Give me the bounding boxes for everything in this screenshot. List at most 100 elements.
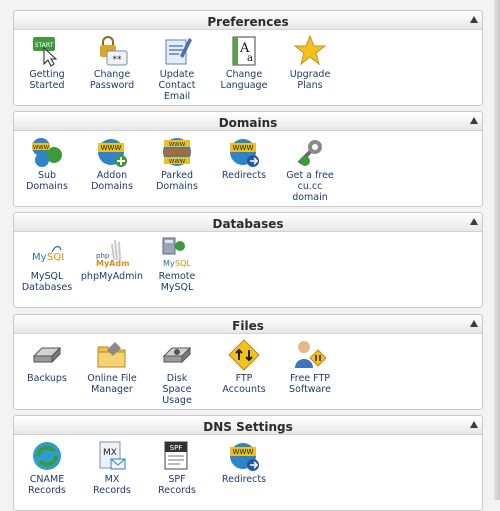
addon-domains-button[interactable]: WWW Addon Domains <box>80 135 144 192</box>
collapse-arrow-icon[interactable] <box>470 421 478 428</box>
page-scroll-edge <box>494 0 500 500</box>
cname-icon <box>30 439 64 473</box>
password-lock-icon: ** <box>95 34 129 68</box>
cname-records-button[interactable]: CNAME Records <box>15 439 79 496</box>
item-label: Get a free cu.cc domain <box>286 170 334 203</box>
panel-databases: Databases MySQL MySQL Databases phpMyAdm… <box>13 212 483 308</box>
mx-records-button[interactable]: MX MX Records <box>80 439 144 496</box>
svg-text:MyAdmin: MyAdmin <box>96 259 129 268</box>
redirect-icon: WWW <box>227 135 261 169</box>
addon-domain-icon: WWW <box>95 135 129 169</box>
collapse-arrow-icon[interactable] <box>470 218 478 225</box>
language-icon: Aa <box>227 34 261 68</box>
collapse-arrow-icon[interactable] <box>470 117 478 124</box>
getting-started-button[interactable]: START Getting Started <box>15 34 79 91</box>
dns-redirects-button[interactable]: WWW Redirects <box>212 439 276 485</box>
change-password-button[interactable]: ** Change Password <box>80 34 144 91</box>
file-manager-icon <box>95 338 129 372</box>
collapse-arrow-icon[interactable] <box>470 16 478 23</box>
online-file-manager-button[interactable]: Online File Manager <box>80 338 144 395</box>
item-label: Online File Manager <box>87 373 137 395</box>
remote-mysql-icon: My SQL <box>160 236 194 270</box>
upgrade-plans-button[interactable]: Upgrade Plans <box>278 34 342 91</box>
start-icon: START <box>30 34 64 68</box>
remote-mysql-button[interactable]: My SQL Remote MySQL <box>145 236 209 293</box>
item-label: Redirects <box>221 170 267 181</box>
panel-domains: Domains WWW Sub Domains WWW Addon Domain… <box>13 111 483 207</box>
panel-title: Preferences <box>207 15 289 29</box>
spf-records-button[interactable]: SPF SPF Records <box>145 439 209 496</box>
panel-title: Domains <box>218 116 278 130</box>
redirect-icon: WWW <box>227 439 261 473</box>
svg-text:MX: MX <box>103 448 117 458</box>
item-label: Update Contact Email <box>158 69 196 102</box>
panel-dns-settings: DNS Settings CNAME Records MX MX Records… <box>13 415 483 511</box>
item-label: Disk Space Usage <box>162 373 192 406</box>
svg-text:My: My <box>163 259 175 268</box>
parked-domain-icon: WWW WWW <box>160 135 194 169</box>
backups-button[interactable]: Backups <box>15 338 79 384</box>
panel-title: DNS Settings <box>203 420 293 434</box>
ftp-software-icon <box>293 338 327 372</box>
svg-text:WWW: WWW <box>101 144 122 152</box>
panel-header-files[interactable]: Files <box>14 315 482 334</box>
phpmyadmin-button[interactable]: phpMyAdmin phpMyAdmin <box>80 236 144 282</box>
item-label: Backups <box>27 373 67 384</box>
star-icon <box>293 34 327 68</box>
mysql-databases-button[interactable]: MySQL MySQL Databases <box>15 236 79 293</box>
svg-text:SPF: SPF <box>170 444 183 452</box>
domain-redirects-button[interactable]: WWW Redirects <box>212 135 276 181</box>
free-ftp-software-button[interactable]: Free FTP Software <box>278 338 342 395</box>
svg-text:WWW: WWW <box>233 448 254 456</box>
subdomains-icon: WWW <box>30 135 64 169</box>
contact-email-icon <box>160 34 194 68</box>
item-label: MySQL Databases <box>21 271 73 293</box>
panel-files: Files Backups Online File Manager Disk S… <box>13 314 483 410</box>
item-label: FTP Accounts <box>222 373 266 395</box>
panel-header-preferences[interactable]: Preferences <box>14 11 482 30</box>
svg-text:SQL: SQL <box>47 252 64 263</box>
phpmyadmin-icon: phpMyAdmin <box>95 236 129 270</box>
item-label: Remote MySQL <box>158 271 196 293</box>
ftp-accounts-button[interactable]: FTP Accounts <box>212 338 276 395</box>
item-label: Sub Domains <box>26 170 68 192</box>
change-language-button[interactable]: Aa Change Language <box>212 34 276 91</box>
backup-drive-icon <box>30 338 64 372</box>
item-label: Upgrade Plans <box>289 69 331 91</box>
svg-text:My: My <box>32 252 47 263</box>
collapse-arrow-icon[interactable] <box>470 320 478 327</box>
svg-text:WWW: WWW <box>169 142 186 148</box>
disk-usage-icon <box>160 338 194 372</box>
parked-domains-button[interactable]: WWW WWW Parked Domains <box>145 135 209 192</box>
item-label: Redirects <box>221 474 267 485</box>
svg-text:WWW: WWW <box>33 145 50 151</box>
sub-domains-button[interactable]: WWW Sub Domains <box>15 135 79 192</box>
item-label: Getting Started <box>29 69 65 91</box>
item-label: Addon Domains <box>91 170 133 192</box>
item-label: Change Password <box>89 69 135 91</box>
ftp-accounts-icon <box>227 338 261 372</box>
spf-records-icon: SPF <box>160 439 194 473</box>
panel-title: Files <box>232 319 264 333</box>
mx-records-icon: MX <box>95 439 129 473</box>
svg-text:WWW: WWW <box>169 159 186 165</box>
item-label: Parked Domains <box>156 170 198 192</box>
item-label: MX Records <box>93 474 131 496</box>
panel-header-domains[interactable]: Domains <box>14 112 482 131</box>
disk-space-usage-button[interactable]: Disk Space Usage <box>145 338 209 406</box>
free-domain-button[interactable]: Get a free cu.cc domain <box>278 135 342 203</box>
update-contact-email-button[interactable]: Update Contact Email <box>145 34 209 102</box>
svg-text:a: a <box>247 53 253 64</box>
item-label: phpMyAdmin <box>80 271 144 282</box>
svg-text:WWW: WWW <box>233 144 254 152</box>
svg-text:**: ** <box>113 55 123 65</box>
mysql-icon: MySQL <box>30 236 64 270</box>
panel-preferences: Preferences START Getting Started ** Cha… <box>13 10 483 106</box>
panel-header-databases[interactable]: Databases <box>14 213 482 232</box>
item-label: SPF Records <box>158 474 196 496</box>
panel-title: Databases <box>212 217 284 231</box>
free-domain-icon <box>293 135 327 169</box>
item-label: Change Language <box>220 69 268 91</box>
svg-text:SQL: SQL <box>175 259 191 268</box>
panel-header-dns-settings[interactable]: DNS Settings <box>14 416 482 435</box>
